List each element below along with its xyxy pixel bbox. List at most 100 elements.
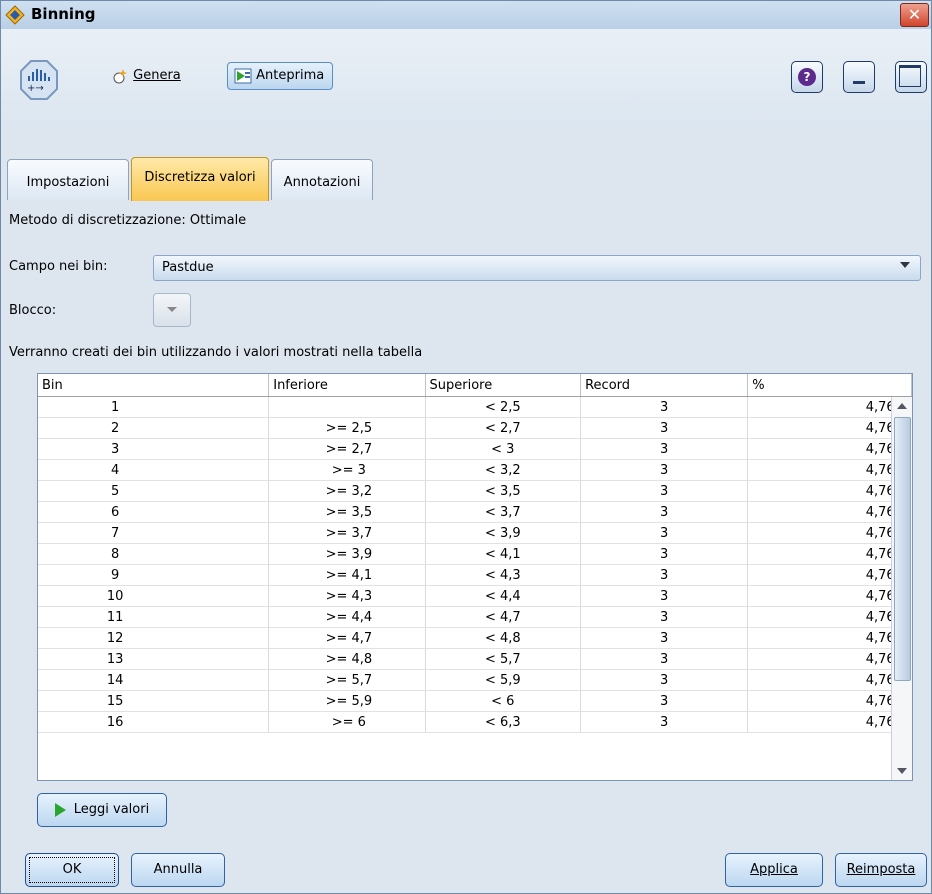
block-label: Blocco: (9, 303, 57, 318)
title-bar[interactable]: Binning ✕ (1, 1, 931, 29)
preview-icon (234, 68, 252, 83)
table-row[interactable]: 9 >= 4,1 < 4,3 3 4,76% (38, 564, 912, 586)
table-scrollbar[interactable] (891, 397, 912, 780)
field-select-value: Pastdue (162, 260, 214, 275)
apply-button[interactable]: Applica (725, 853, 823, 887)
cell-record: 3 (580, 669, 749, 691)
col-header-superiore[interactable]: Superiore (425, 374, 582, 397)
cell-record: 3 (580, 417, 749, 439)
cell-percent: 4,76% (747, 417, 912, 439)
scroll-down-button[interactable] (893, 762, 911, 780)
tab-content: Metodo di discretizzazione: Ottimale Cam… (1, 201, 931, 893)
col-header-bin[interactable]: Bin (38, 374, 270, 397)
tab-bar: Impostazioni Discretizza valori Annotazi… (1, 153, 931, 203)
cell-record: 3 (580, 459, 749, 481)
minimize-button[interactable] (843, 61, 875, 93)
maximize-button[interactable] (895, 61, 927, 93)
cell-inferiore: >= 3,7 (268, 522, 426, 544)
cell-inferiore: >= 6 (268, 711, 426, 733)
binning-node-icon (5, 5, 25, 25)
cell-superiore: < 3,2 (425, 459, 582, 481)
table-row[interactable]: 8 >= 3,9 < 4,1 3 4,76% (38, 543, 912, 565)
binning-dialog: Binning ✕ +→ Genera Anteprima ? Impostaz… (0, 0, 932, 894)
help-button[interactable]: ? (791, 61, 823, 93)
col-header-inferiore[interactable]: Inferiore (268, 374, 426, 397)
cell-bin: 5 (38, 480, 270, 502)
table-header-row: Bin Inferiore Superiore Record % (38, 374, 912, 397)
window-title: Binning (31, 5, 96, 23)
table-row[interactable]: 7 >= 3,7 < 3,9 3 4,76% (38, 522, 912, 544)
table-row[interactable]: 11 >= 4,4 < 4,7 3 4,76% (38, 606, 912, 628)
tab-annotazioni[interactable]: Annotazioni (271, 159, 373, 200)
cell-bin: 15 (38, 690, 270, 712)
cell-percent: 4,76% (747, 627, 912, 649)
cell-percent: 4,76% (747, 711, 912, 733)
table-row[interactable]: 14 >= 5,7 < 5,9 3 4,76% (38, 669, 912, 691)
cell-record: 3 (580, 690, 749, 712)
cell-percent: 4,76% (747, 396, 912, 418)
cell-superiore: < 4,8 (425, 627, 582, 649)
cell-record: 3 (580, 606, 749, 628)
cell-record: 3 (580, 543, 749, 565)
ok-button[interactable]: OK (25, 853, 119, 887)
table-row[interactable]: 15 >= 5,9 < 6 3 4,76% (38, 690, 912, 712)
table-caption: Verranno creati dei bin utilizzando i va… (9, 345, 423, 360)
cell-inferiore: >= 3,2 (268, 480, 426, 502)
cell-inferiore: >= 3 (268, 459, 426, 481)
cell-bin: 3 (38, 438, 270, 460)
table-row[interactable]: 13 >= 4,8 < 5,7 3 4,76% (38, 648, 912, 670)
play-icon (54, 802, 66, 817)
cell-bin: 2 (38, 417, 270, 439)
cancel-button[interactable]: Annulla (131, 853, 225, 887)
cell-record: 3 (580, 585, 749, 607)
cell-bin: 14 (38, 669, 270, 691)
cell-superiore: < 4,4 (425, 585, 582, 607)
tab-discretizza-valori[interactable]: Discretizza valori (131, 157, 269, 202)
anteprima-button[interactable]: Anteprima (227, 62, 334, 90)
cell-percent: 4,76% (747, 501, 912, 523)
genera-label: Genera (133, 68, 181, 83)
sparkle-icon (113, 68, 127, 83)
cell-bin: 8 (38, 543, 270, 565)
table-row[interactable]: 10 >= 4,3 < 4,4 3 4,76% (38, 585, 912, 607)
cell-inferiore: >= 2,7 (268, 438, 426, 460)
scroll-thumb[interactable] (894, 417, 911, 681)
cell-bin: 12 (38, 627, 270, 649)
cell-inferiore: >= 4,7 (268, 627, 426, 649)
cell-bin: 6 (38, 501, 270, 523)
table-row[interactable]: 6 >= 3,5 < 3,7 3 4,76% (38, 501, 912, 523)
table-row[interactable]: 2 >= 2,5 < 2,7 3 4,76% (38, 417, 912, 439)
chevron-down-icon (900, 262, 910, 268)
read-values-button[interactable]: Leggi valori (37, 793, 167, 827)
cell-inferiore: >= 3,5 (268, 501, 426, 523)
cell-bin: 4 (38, 459, 270, 481)
table-row[interactable]: 16 >= 6 < 6,3 3 4,76% (38, 711, 912, 733)
arrow-up-icon (897, 403, 907, 409)
table-row[interactable]: 1 < 2,5 3 4,76% (38, 396, 912, 418)
cell-record: 3 (580, 522, 749, 544)
cell-superiore: < 5,7 (425, 648, 582, 670)
tab-impostazioni[interactable]: Impostazioni (7, 159, 129, 200)
reset-button[interactable]: Reimposta (835, 853, 927, 887)
table-row[interactable]: 3 >= 2,7 < 3 3 4,76% (38, 438, 912, 460)
chevron-down-icon (167, 307, 177, 312)
close-button[interactable]: ✕ (900, 3, 929, 27)
cell-record: 3 (580, 501, 749, 523)
genera-button[interactable]: Genera (113, 62, 181, 90)
bins-table[interactable]: Bin Inferiore Superiore Record % 1 < 2,5 3… (37, 373, 913, 781)
cell-superiore: < 3,5 (425, 480, 582, 502)
cell-percent: 4,76% (747, 438, 912, 460)
binning-node-graphic-icon: +→ (20, 60, 58, 100)
bins-grid: Bin Inferiore Superiore Record % 1 < 2,5 3… (38, 374, 912, 733)
scroll-up-button[interactable] (893, 397, 911, 415)
table-row[interactable]: 5 >= 3,2 < 3,5 3 4,76% (38, 480, 912, 502)
table-row[interactable]: 12 >= 4,7 < 4,8 3 4,76% (38, 627, 912, 649)
cell-bin: 13 (38, 648, 270, 670)
cell-superiore: < 6 (425, 690, 582, 712)
col-header-record[interactable]: Record (580, 374, 749, 397)
field-select[interactable]: Pastdue (153, 255, 921, 281)
cell-percent: 4,76% (747, 648, 912, 670)
block-select[interactable] (153, 293, 191, 327)
col-header-percent[interactable]: % (747, 374, 912, 397)
table-row[interactable]: 4 >= 3 < 3,2 3 4,76% (38, 459, 912, 481)
